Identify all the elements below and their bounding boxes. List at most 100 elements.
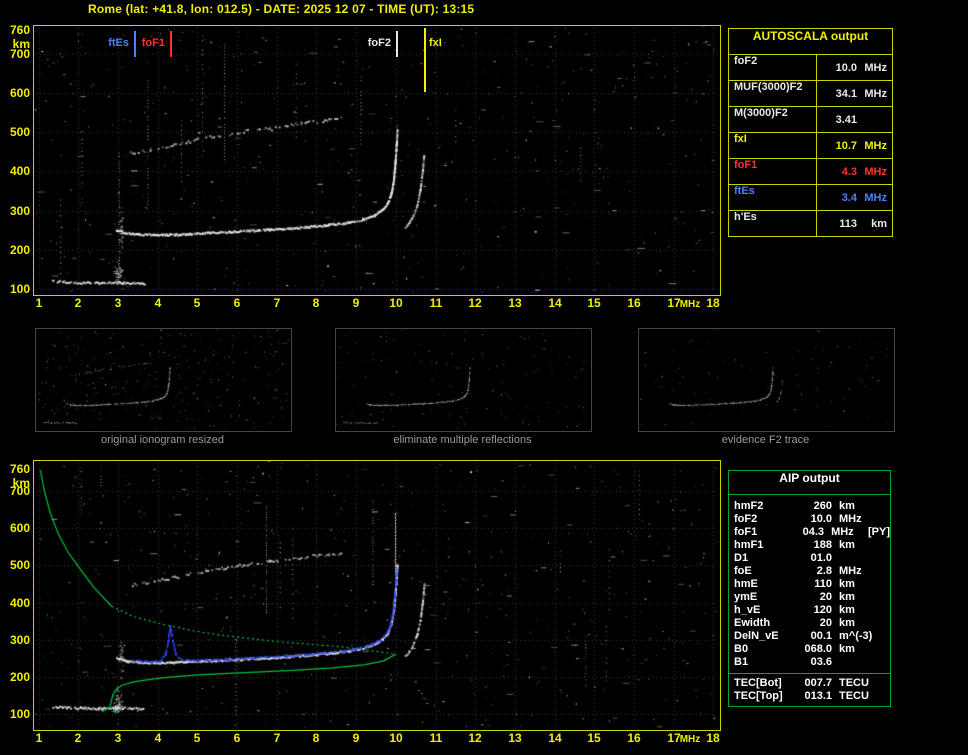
bottom-ytick-400: 400 (9, 596, 30, 610)
aip-row-unit: MHz (839, 513, 862, 525)
aip-row-hmE: hmE 110 km (729, 578, 890, 591)
aip-row-name: B1 (734, 656, 749, 668)
bottom-xtick-18: 18 (706, 731, 720, 745)
top-xtick-15: 15 (587, 296, 601, 310)
bottom-xtick-8: 8 (312, 731, 320, 745)
top-ytick-500: 500 (9, 125, 30, 139)
aip-row-unit: km (839, 539, 855, 551)
autoscala-value: 34.1 (835, 87, 857, 100)
aip-row-unit: m^(-3) (839, 630, 873, 642)
bottom-ytick-700: 700 (9, 484, 30, 498)
aip-row-value: 2.8 (816, 565, 832, 577)
autoscala-unit: MHz (864, 61, 887, 74)
aip-tec-separator (729, 673, 890, 674)
aip-output-table: AIP output hmF2 260 km foF2 10.0 MHz foF1 04.3 M… (728, 470, 891, 707)
bottom-xtick-5: 5 (193, 731, 201, 745)
autoscala-value: 10.0 (835, 61, 857, 74)
aip-row-value: 01.0 (810, 552, 832, 564)
bottom-ytick-600: 600 (9, 521, 30, 535)
marker-line-fxI (424, 28, 426, 92)
top-ytick-100: 100 (9, 282, 30, 296)
autoscala-row-value: 10.7 MHz (817, 133, 892, 158)
autoscala-row-value: 113 km (817, 211, 892, 236)
bottom-xtick-6: 6 (233, 731, 241, 745)
bottom-xtick-4: 4 (154, 731, 162, 745)
autoscala-value: 3.41 (835, 113, 857, 126)
top-xtick-8: 8 (312, 296, 320, 310)
top-xtick-6: 6 (233, 296, 241, 310)
top-xtick-18: 18 (706, 296, 720, 310)
aip-row-value: 120 (813, 604, 832, 616)
thumbnail-multiple-reflections (335, 328, 592, 432)
thumbnail-original-canvas (36, 329, 289, 429)
top-xtick-9: 9 (352, 296, 360, 310)
autoscala-row-ftEs: ftEs 3.4 MHz (729, 184, 892, 210)
bottom-xtick-3: 3 (114, 731, 122, 745)
bottom-xaxis-unit: MHz (679, 734, 701, 745)
aip-row-value: 20 (819, 591, 832, 603)
aip-row-unit: MHz (831, 526, 854, 538)
autoscala-row-value: 4.3 MHz (817, 159, 892, 184)
aip-row-value: 00.1 (810, 630, 832, 642)
bottom-xtick-1: 1 (35, 731, 43, 745)
top-ytick-300: 300 (9, 204, 30, 218)
thumbnail-caption-f2-trace: evidence F2 trace (721, 434, 810, 446)
marker-label-fxI: fxI (429, 37, 442, 49)
thumbnail-caption-multiple-reflections: eliminate multiple reflections (393, 434, 532, 446)
autoscala-app-window: Rome (lat: +41.8, lon: 012.5) - DATE: 20… (0, 0, 968, 755)
aip-row-name: D1 (734, 552, 749, 564)
autoscala-row-name: MUF(3000)F2 (729, 81, 817, 106)
aip-row-value: 188 (813, 539, 832, 551)
top-xtick-1: 1 (35, 296, 43, 310)
ionogram-top-canvas (34, 26, 718, 293)
header-title: Rome (lat: +41.8, lon: 012.5) - DATE: 20… (88, 2, 475, 16)
aip-row-unit: km (839, 604, 855, 616)
autoscala-row-MUF(3000)F2: MUF(3000)F2 34.1 MHz (729, 80, 892, 106)
aip-row-name: TEC[Top] (734, 690, 783, 702)
top-xtick-5: 5 (193, 296, 201, 310)
aip-row-D1: D1 01.0 (729, 552, 890, 565)
aip-row-hmF1: hmF1 188 km (729, 539, 890, 552)
autoscala-row-name: foF2 (729, 55, 817, 80)
aip-row-value: 068.0 (804, 643, 832, 655)
autoscala-row-value: 3.41 (817, 107, 892, 132)
aip-row-name: h_vE (734, 604, 761, 616)
thumbnail-caption-original: original ionogram resized (101, 434, 224, 446)
aip-row-name: Ewidth (734, 617, 771, 629)
top-xtick-13: 13 (508, 296, 522, 310)
aip-row-name: DelN_vE (734, 630, 779, 642)
aip-row-value: 20 (819, 617, 832, 629)
aip-row-value: 260 (813, 500, 832, 512)
aip-row-name: foF1 (734, 526, 758, 538)
top-xtick-16: 16 (627, 296, 641, 310)
thumbnail-f2-trace-canvas (639, 329, 892, 429)
aip-row-name: foE (734, 565, 752, 577)
top-xtick-4: 4 (154, 296, 162, 310)
autoscala-value: 10.7 (835, 139, 857, 152)
aip-row-name: hmE (734, 578, 758, 590)
bottom-xtick-2: 2 (74, 731, 82, 745)
aip-row-name: hmF1 (734, 539, 764, 551)
bottom-ytick-760: 760 (9, 462, 30, 476)
autoscala-row-foF1: foF1 4.3 MHz (729, 158, 892, 184)
ionogram-bottom-canvas (34, 461, 718, 728)
aip-row-value: 013.1 (804, 690, 832, 702)
marker-label-foF1: foF1 (141, 37, 165, 49)
aip-row-value: 007.7 (804, 677, 832, 689)
autoscala-row-h'Es: h'Es 113 km (729, 210, 892, 236)
bottom-xtick-10: 10 (389, 731, 403, 745)
aip-row-unit (832, 552, 877, 565)
aip-row-name: B0 (734, 643, 749, 655)
bottom-ytick-100: 100 (9, 707, 30, 721)
autoscala-row-M(3000)F2: M(3000)F2 3.41 (729, 106, 892, 132)
bottom-xtick-15: 15 (587, 731, 601, 745)
aip-row-Ewidth: Ewidth 20 km (729, 617, 890, 630)
aip-row-B1: B1 03.6 (729, 656, 890, 669)
aip-row-h_vE: h_vE 120 km (729, 604, 890, 617)
top-xtick-3: 3 (114, 296, 122, 310)
top-ytick-760: 760 (9, 23, 30, 37)
autoscala-unit: MHz (864, 87, 887, 100)
bottom-ytick-500: 500 (9, 558, 30, 572)
aip-row-value: 04.3 (802, 526, 825, 538)
aip-row-name: TEC[Bot] (734, 677, 782, 689)
